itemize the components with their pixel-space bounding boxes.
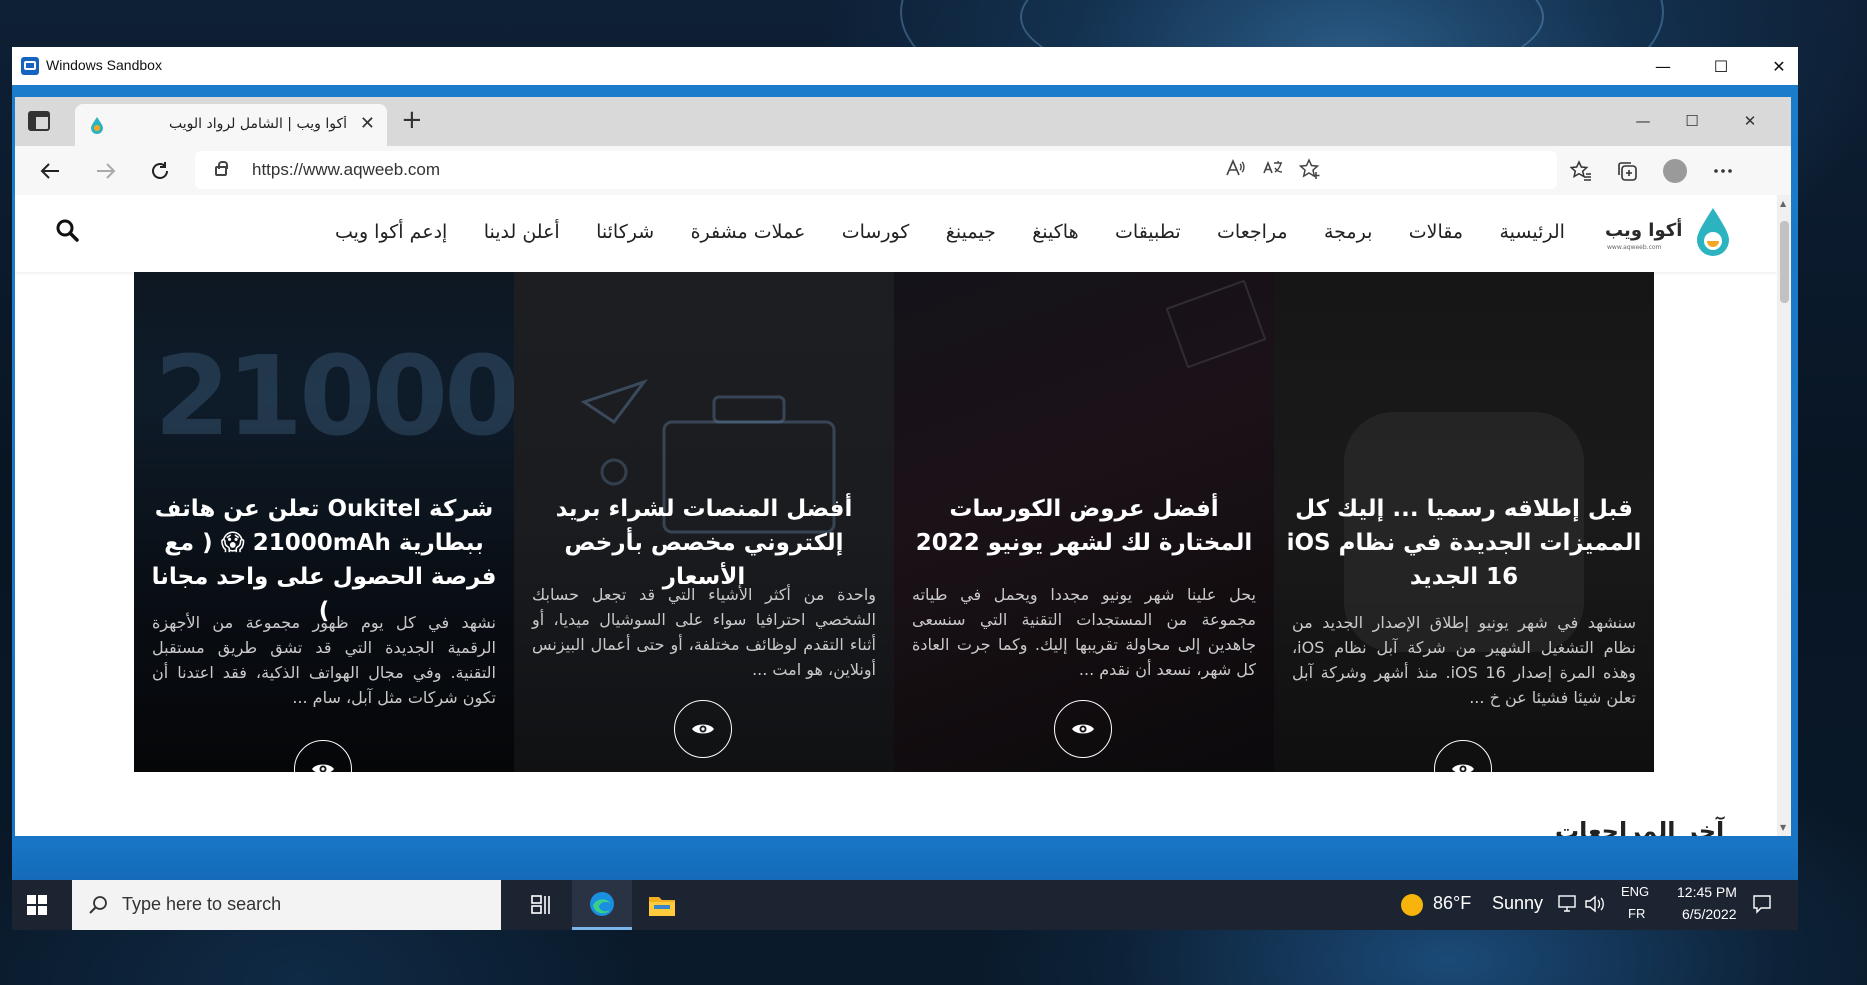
latest-reviews-heading: آخر المراجعات bbox=[1555, 817, 1725, 836]
featured-cards: 21000 شركة Oukitel تعلن عن هاتف ببطارية … bbox=[134, 272, 1654, 772]
menu-item-articles[interactable]: مقالات bbox=[1409, 221, 1463, 251]
main-menu: الرئيسية مقالات برمجة مراجعات تطبيقات ها… bbox=[335, 221, 1565, 251]
translate-icon[interactable] bbox=[1262, 158, 1284, 183]
scroll-up-icon[interactable]: ▲ bbox=[1780, 199, 1786, 208]
menu-item-home[interactable]: الرئيسية bbox=[1499, 221, 1564, 251]
browser-window: أكوا ويب | الشامل لرواد الويب ✕ + — ☐ ✕ … bbox=[15, 97, 1791, 836]
sandbox-title: Windows Sandbox bbox=[46, 57, 162, 73]
card-excerpt: نشهد في كل يوم ظهور مجموعة من الأجهزة ال… bbox=[152, 613, 496, 707]
menu-item-apps[interactable]: تطبيقات bbox=[1115, 221, 1181, 251]
search-icon bbox=[89, 896, 107, 914]
tab-title: أكوا ويب | الشامل لرواد الويب bbox=[169, 116, 347, 132]
weather-sun-icon[interactable] bbox=[1400, 893, 1424, 917]
card-excerpt: سنشهد في شهر يونيو إطلاق الإصدار الجديد … bbox=[1292, 613, 1636, 707]
more-icon[interactable] bbox=[1709, 157, 1737, 185]
file-explorer-icon[interactable] bbox=[632, 880, 692, 930]
site-favicon bbox=[91, 117, 103, 134]
menu-item-courses[interactable]: كورسات bbox=[842, 221, 910, 251]
article-card[interactable]: 21000 شركة Oukitel تعلن عن هاتف ببطارية … bbox=[134, 272, 514, 772]
article-card[interactable]: أفضل المنصات لشراء بريد إلكتروني مخصص بأ… bbox=[514, 272, 894, 772]
menu-item-hacking[interactable]: هاكينغ bbox=[1032, 221, 1078, 251]
card-excerpt: واحدة من أكثر الأشياء التي قد تجعل حسابك… bbox=[532, 585, 876, 679]
sandbox-minimize-button[interactable]: — bbox=[1634, 47, 1692, 85]
new-tab-button[interactable]: + bbox=[401, 106, 423, 134]
menu-item-reviews[interactable]: مراجعات bbox=[1217, 221, 1288, 251]
notifications-icon[interactable] bbox=[1752, 894, 1772, 914]
article-card[interactable]: قبل إطلاقه رسميا ... إليك كل المميزات ال… bbox=[1274, 272, 1654, 772]
taskbar-search-placeholder[interactable]: Type here to search bbox=[122, 894, 281, 915]
favorites-icon[interactable] bbox=[1567, 157, 1595, 185]
view-post-button[interactable] bbox=[1054, 700, 1112, 758]
edge-taskbar-icon[interactable] bbox=[572, 880, 632, 930]
card-title[interactable]: أفضل عروض الكورسات المختارة لك لشهر يوني… bbox=[906, 492, 1262, 560]
start-button[interactable] bbox=[12, 880, 62, 930]
eye-icon bbox=[1452, 764, 1474, 772]
language-secondary[interactable]: FR bbox=[1628, 906, 1645, 921]
tab-strip: أكوا ويب | الشامل لرواد الويب ✕ + — ☐ ✕ bbox=[15, 97, 1791, 146]
language-primary[interactable]: ENG bbox=[1621, 884, 1649, 899]
weather-temp[interactable]: 86°F bbox=[1433, 893, 1471, 914]
card-title[interactable]: قبل إطلاقه رسميا ... إليك كل المميزات ال… bbox=[1286, 492, 1642, 594]
logo-subtext: www.aqweeb.com bbox=[1607, 244, 1662, 251]
card-title[interactable]: أفضل المنصات لشراء بريد إلكتروني مخصص بأ… bbox=[526, 492, 882, 594]
web-page: أكوا ويب www.aqweeb.com الرئيسية مقالات … bbox=[15, 195, 1777, 836]
taskbar: Type here to search 86°F Sunny ENG FR 12… bbox=[12, 880, 1798, 930]
view-post-button[interactable] bbox=[674, 700, 732, 758]
menu-item-partners[interactable]: شركائنا bbox=[596, 221, 654, 251]
card-bg-number: 21000 bbox=[154, 332, 514, 460]
forward-icon[interactable] bbox=[91, 156, 121, 186]
sandbox-close-button[interactable]: ✕ bbox=[1750, 47, 1808, 85]
logo-text: أكوا ويب bbox=[1605, 220, 1683, 241]
search-icon[interactable] bbox=[55, 218, 81, 244]
volume-icon[interactable] bbox=[1584, 895, 1606, 913]
scroll-thumb[interactable] bbox=[1780, 221, 1789, 303]
site-logo[interactable]: أكوا ويب www.aqweeb.com bbox=[1605, 206, 1735, 262]
card-title[interactable]: شركة Oukitel تعلن عن هاتف ببطارية 21000m… bbox=[146, 492, 502, 628]
url-text[interactable]: https://www.aqweeb.com bbox=[252, 160, 440, 180]
tab-close-icon[interactable]: ✕ bbox=[360, 113, 375, 134]
eye-icon bbox=[1072, 724, 1094, 734]
article-card[interactable]: أفضل عروض الكورسات المختارة لك لشهر يوني… bbox=[894, 272, 1274, 772]
menu-item-programming[interactable]: برمجة bbox=[1324, 221, 1372, 251]
sandbox-app-icon bbox=[21, 57, 39, 75]
menu-item-crypto[interactable]: عملات مشفرة bbox=[691, 221, 806, 251]
page-scrollbar[interactable]: ▲ ▼ bbox=[1777, 195, 1791, 836]
logo-drop-icon bbox=[1697, 208, 1729, 256]
browser-tab[interactable]: أكوا ويب | الشامل لرواد الويب ✕ bbox=[75, 104, 387, 146]
browser-maximize-button[interactable]: ☐ bbox=[1663, 103, 1721, 139]
back-icon[interactable] bbox=[35, 156, 65, 186]
clock-time[interactable]: 12:45 PM bbox=[1677, 884, 1737, 900]
scroll-down-icon[interactable]: ▼ bbox=[1780, 823, 1786, 832]
weather-condition[interactable]: Sunny bbox=[1492, 893, 1543, 914]
browser-toolbar: https://www.aqweeb.com bbox=[15, 146, 1791, 196]
card-excerpt: يحل علينا شهر يونيو مجددا ويحمل في طياته… bbox=[912, 585, 1256, 679]
windows-logo-icon bbox=[27, 895, 47, 915]
eye-icon bbox=[312, 764, 334, 772]
profile-icon[interactable] bbox=[1661, 157, 1689, 185]
site-header: أكوا ويب www.aqweeb.com الرئيسية مقالات … bbox=[15, 195, 1777, 272]
menu-item-gaming[interactable]: جيمينغ bbox=[946, 221, 996, 251]
browser-close-button[interactable]: ✕ bbox=[1721, 103, 1779, 139]
menu-item-support[interactable]: إدعم أكوا ويب bbox=[335, 221, 447, 251]
sandbox-titlebar: Windows Sandbox — ☐ ✕ bbox=[12, 47, 1798, 85]
menu-item-advertise[interactable]: أعلن لدينا bbox=[484, 221, 560, 251]
taskbar-search[interactable]: Type here to search bbox=[72, 880, 501, 930]
card-bg-shape bbox=[1165, 279, 1267, 369]
network-icon[interactable] bbox=[1557, 895, 1577, 913]
eye-icon bbox=[692, 724, 714, 734]
refresh-icon[interactable] bbox=[145, 156, 175, 186]
clock-date[interactable]: 6/5/2022 bbox=[1682, 906, 1737, 922]
address-bar[interactable]: https://www.aqweeb.com bbox=[195, 151, 1557, 189]
read-aloud-icon[interactable] bbox=[1225, 158, 1245, 183]
add-favorite-icon[interactable] bbox=[1298, 158, 1321, 185]
task-view-icon[interactable] bbox=[512, 880, 572, 930]
tab-actions-icon[interactable] bbox=[28, 111, 50, 131]
sandbox-maximize-button[interactable]: ☐ bbox=[1692, 47, 1750, 85]
lock-icon[interactable] bbox=[215, 161, 228, 176]
collections-icon[interactable] bbox=[1613, 157, 1641, 185]
